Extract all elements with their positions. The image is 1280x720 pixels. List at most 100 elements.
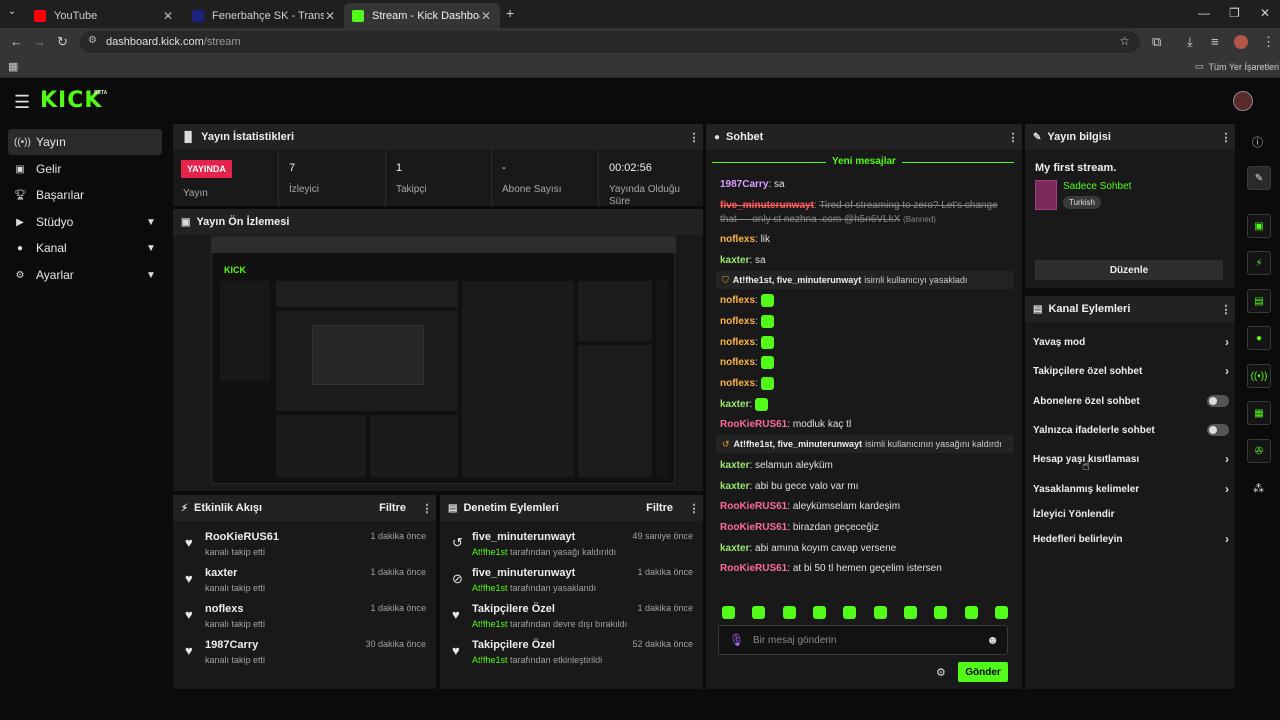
emote-icon[interactable] [782,606,796,619]
event-desc: kanalı takip etti [205,655,266,665]
subscribers-only-toggle[interactable] [1207,395,1229,407]
stat-value: 1 [396,162,403,174]
action-followers-only[interactable]: Takipçilere özel sohbet › [1033,361,1229,381]
broadcast-icon[interactable]: ((•)) [1247,364,1271,388]
star-icon[interactable]: ☆ [1119,34,1130,48]
url-field[interactable]: ⚙ dashboard.kick.com/stream ☆ [80,31,1140,53]
more-options-icon[interactable]: ⋮ [1217,131,1235,144]
send-button[interactable]: Gönder [958,662,1008,682]
tab-kick-dashboard[interactable]: Stream - Kick Dashboard ✕ [344,3,500,28]
action-banned-words[interactable]: Yasaklanmış kelimeler › [1033,479,1229,499]
action-account-age[interactable]: Hesap yaşı kısıtlaması › [1033,449,1229,469]
restore-icon[interactable]: ❐ [1229,6,1240,20]
hamburger-menu-icon[interactable]: ☰ [14,92,30,113]
chat-message: RooKieRUS61: aleykümselam kardeşim [720,501,901,512]
document-icon: ▤ [1033,303,1043,315]
close-window-icon[interactable]: ✕ [1260,6,1270,20]
emote-icon[interactable] [964,606,978,619]
media-icon[interactable]: ≡ [1211,34,1219,49]
panel-title: Yayın Ön İzlemesi [196,216,290,228]
microphone-icon[interactable]: 🎙︎ [729,633,744,647]
sidebar-item-studyo[interactable]: ▶ Stüdyo ▼ [8,209,162,235]
sidebar-item-ayarlar[interactable]: ⚙ Ayarlar ▼ [8,262,162,288]
chat-input[interactable]: 🎙︎ Bir mesaj gönderin ☻ [718,625,1008,655]
moderation-event: ↺ five_minuterunwayt At!fhe1st tarafında… [450,529,693,563]
document-icon[interactable]: ▤ [1247,289,1271,313]
camera-icon[interactable]: ▣ [1247,214,1271,238]
more-options-icon[interactable]: ⋮ [1004,131,1022,144]
event-desc: At!fhe1st tarafından etkinleştirildi [472,655,603,665]
channel-actions-panel: ▤ Kanal Eylemleri ⋮ Yavaş mod › Takipçil… [1025,296,1235,689]
minimize-icon[interactable]: — [1198,6,1210,20]
action-set-goals[interactable]: Hedefleri belirleyin › [1033,529,1229,549]
sidebar-item-gelir[interactable]: ▣ Gelir [8,156,162,182]
stat-label: Yayın [183,188,208,199]
back-icon[interactable]: ← [10,34,23,49]
forward-icon[interactable]: → [33,34,46,49]
profile-avatar[interactable] [1234,35,1248,49]
action-slow-mode[interactable]: Yavaş mod › [1033,332,1229,352]
stream-category[interactable]: Sadece Sohbet [1063,181,1131,192]
action-host-redirect[interactable]: İzleyici Yönlendir [1033,504,1229,524]
new-tab-icon[interactable]: + [506,5,514,21]
download-icon[interactable]: ⤓ [1187,34,1193,50]
emote-icon [760,377,774,390]
more-options-icon[interactable]: ⋮ [685,131,703,144]
event-desc: At!fhe1st tarafından devre dışı bırakıld… [472,619,628,629]
panel-header: ▐▌ Yayın İstatistikleri ⋮ [173,124,703,150]
filter-button[interactable]: Filtre [379,502,406,514]
emote-icon[interactable] [843,606,857,619]
emote-icon[interactable] [934,606,948,619]
all-bookmarks[interactable]: ▭ Tüm Yer İşaretleri [1195,61,1279,72]
edit-button[interactable]: Düzenle [1035,260,1223,280]
sidebar-item-basarilar[interactable]: 🏆︎ Başarılar [8,182,162,208]
close-icon[interactable]: ✕ [480,9,492,23]
emote-icon[interactable] [752,606,766,619]
emote-icon[interactable] [994,606,1008,619]
filter-button[interactable]: Filtre [646,502,673,514]
close-icon[interactable]: ✕ [162,9,174,23]
chat-message: RooKieRUS61: modluk kaç tl [720,419,852,430]
emotes-only-toggle[interactable] [1207,424,1229,436]
more-options-icon[interactable]: ⋮ [418,502,436,515]
tab-fenerbahce[interactable]: Fenerbahçe SK - Transferler 20/ ✕ [184,3,344,28]
emote-icon[interactable] [873,606,887,619]
panel-header: ✎ Yayın bilgisi ⋮ [1025,124,1235,150]
action-label: Takipçilere özel sohbet [1033,365,1143,377]
info-icon[interactable]: ⓘ [1252,134,1263,150]
emote-icon[interactable] [903,606,917,619]
heart-icon: ♥ [185,571,193,586]
event-time: 1 dakika önce [370,603,426,613]
reload-icon[interactable]: ↻ [57,34,68,50]
bookmarks-bar: ▦ ▭ Tüm Yer İşaretleri [0,56,1280,78]
pencil-icon[interactable]: ✎ [1247,166,1271,190]
extensions-icon[interactable]: ⧉ [1152,34,1161,50]
more-options-icon[interactable]: ⋮ [685,502,703,515]
close-icon[interactable]: ✕ [324,9,336,23]
chat-icon[interactable]: ● [1247,326,1271,350]
chevron-right-icon: › [1225,532,1229,546]
tab-search-icon[interactable]: ⌄ [8,6,16,17]
stream-preview-video[interactable]: KICK [211,236,676,484]
layout-icon[interactable]: ▦ [1247,401,1271,425]
tab-youtube[interactable]: YouTube ✕ [26,3,182,28]
emoji-icon[interactable]: ☻ [986,633,999,647]
sidebar-item-yayin[interactable]: ((•)) Yayın [8,129,162,155]
site-info-icon[interactable]: ⚙ [88,35,97,46]
camera-icon: ▣ [181,216,191,228]
dots-icon[interactable]: ⁂ [1253,482,1264,495]
menu-icon[interactable]: ⋮ [1262,34,1275,50]
chat-settings-gear-icon[interactable]: ⚙ [936,666,946,679]
wrench-icon[interactable]: ✇ [1247,439,1271,463]
stream-preview-panel: ▣ Yayın Ön İzlemesi KICK [173,209,703,491]
chat-message: kaxter: sa [720,255,766,266]
more-options-icon[interactable]: ⋮ [1217,303,1235,316]
user-avatar[interactable] [1233,91,1253,111]
stream-title: My first stream. [1035,162,1117,174]
lightning-icon[interactable]: ⚡︎ [1247,251,1271,275]
apps-icon[interactable]: ▦ [8,60,18,73]
chat-message: noflexs: [720,294,1014,308]
emote-icon[interactable] [722,606,735,619]
emote-icon[interactable] [812,606,826,619]
sidebar-item-kanal[interactable]: ● Kanal ▼ [8,235,162,261]
